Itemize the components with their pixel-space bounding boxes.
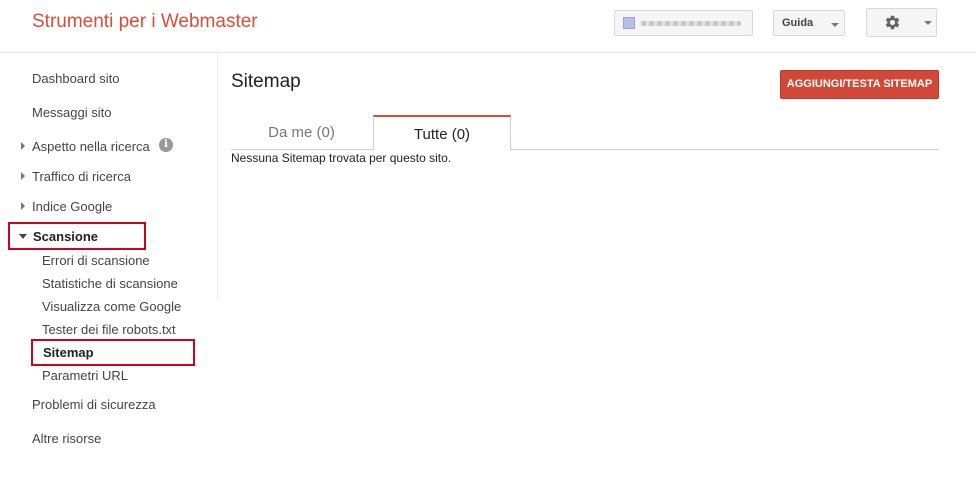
app-title[interactable]: Strumenti per i Webmaster <box>32 11 258 33</box>
expand-arrow-icon[interactable] <box>21 172 25 180</box>
add-test-sitemap-button[interactable]: AGGIUNGI/TESTA SITEMAP <box>780 70 939 99</box>
help-button[interactable]: Guida <box>773 10 845 36</box>
expand-arrow-icon[interactable] <box>21 202 25 210</box>
sidebar-item-search-appearance[interactable]: Aspetto nella ricerca <box>32 139 150 154</box>
tab-all[interactable]: Tutte (0) <box>373 115 511 150</box>
chevron-down-icon <box>831 23 839 27</box>
sidebar-item-google-index[interactable]: Indice Google <box>32 199 112 214</box>
top-header: Strumenti per i Webmaster Guida <box>0 0 976 53</box>
tab-by-me[interactable]: Da me (0) <box>231 115 372 150</box>
tabs-divider <box>231 149 939 150</box>
sidebar-item-dashboard[interactable]: Dashboard sito <box>32 71 119 86</box>
sidebar-item-security-issues[interactable]: Problemi di sicurezza <box>32 397 156 412</box>
sidebar-item-other-resources[interactable]: Altre risorse <box>32 431 101 446</box>
sidebar-item-crawl-errors[interactable]: Errori di scansione <box>42 253 150 268</box>
gear-icon <box>885 15 900 30</box>
expand-arrow-icon[interactable] <box>21 142 25 150</box>
sidebar-item-url-parameters[interactable]: Parametri URL <box>42 368 128 383</box>
empty-state-message: Nessuna Sitemap trovata per questo sito. <box>231 151 452 165</box>
site-favicon-icon <box>623 17 635 29</box>
active-tab-gap <box>374 149 510 150</box>
sidebar-item-crawl-stats[interactable]: Statistiche di scansione <box>42 276 178 291</box>
highlight-box-crawl <box>8 222 146 250</box>
info-icon[interactable]: i <box>159 138 173 152</box>
sidebar-item-robots-tester[interactable]: Tester dei file robots.txt <box>42 322 176 337</box>
chevron-down-icon <box>924 21 932 25</box>
highlight-box-sitemaps <box>31 339 195 366</box>
settings-button[interactable] <box>866 8 937 37</box>
site-selector[interactable] <box>614 10 753 36</box>
site-url-redacted <box>641 21 741 26</box>
page-title: Sitemap <box>231 71 301 92</box>
sidebar-item-fetch-as-google[interactable]: Visualizza come Google <box>42 299 181 314</box>
help-button-label: Guida <box>782 17 814 29</box>
sidebar-item-search-traffic[interactable]: Traffico di ricerca <box>32 169 131 184</box>
sidebar-divider <box>217 53 218 299</box>
sidebar-item-messages[interactable]: Messaggi sito <box>32 105 111 120</box>
